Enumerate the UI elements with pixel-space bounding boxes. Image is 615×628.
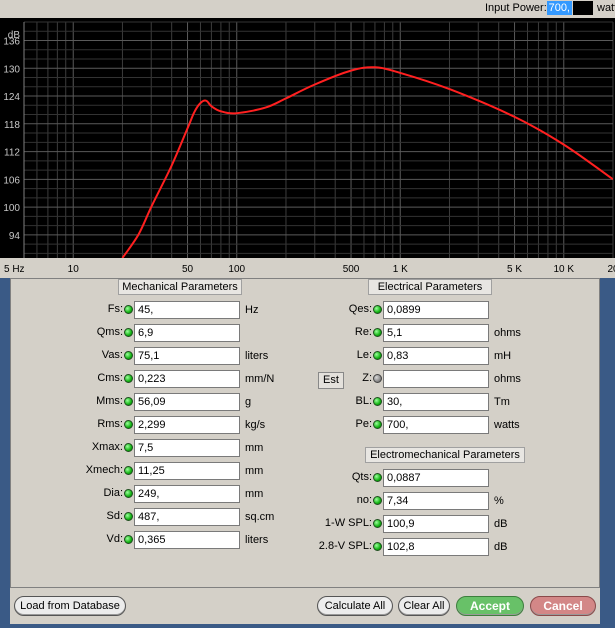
elec-param-value-field[interactable]: 5,1	[383, 324, 489, 342]
mech-param-lock-indicator[interactable]	[124, 443, 133, 452]
mech-param-unit: mm	[245, 442, 264, 454]
mechanical-header: Mechanical Parameters	[118, 279, 242, 295]
em-param-label-text: 2.8-V SPL:	[318, 540, 372, 552]
em-param-value-field[interactable]: 0,0887	[383, 469, 489, 487]
elec-param-value-field[interactable]: 30,	[383, 393, 489, 411]
electrical-header: Electrical Parameters	[368, 279, 492, 295]
elec-param-value-field[interactable]: 700,	[383, 416, 489, 434]
em-param-label-text: no:	[356, 494, 372, 506]
em-param-lock-indicator[interactable]	[373, 473, 382, 482]
y-tick-label: 100	[3, 203, 20, 214]
x-axis-band	[0, 258, 615, 278]
elec-param-unit: mH	[494, 350, 512, 362]
elec-param-unit: ohms	[494, 373, 521, 385]
mech-param-value-field[interactable]: 7,5	[134, 439, 240, 457]
elec-param-label-text: BL:	[355, 395, 372, 407]
em-param-label: Qts:	[11, 468, 372, 486]
input-power-unit: watts	[597, 2, 615, 14]
mech-param-label: Xmax:	[11, 438, 123, 456]
elec-param-label: BL:	[11, 392, 372, 410]
spl-chart: 94 100 106 112 118 124 130 136 dB 5 Hz 10 50 100 500 1…	[0, 18, 615, 278]
y-tick-label: 130	[3, 64, 20, 75]
elec-param-lock-indicator[interactable]	[373, 420, 382, 429]
input-power-spin[interactable]	[573, 1, 593, 15]
clear-all-button[interactable]: Clear All	[398, 596, 450, 616]
elec-param-label-text: Pe:	[355, 418, 372, 430]
spl-chart-svg: 94100106112118124130136dB5 Hz 10 50 100 500 1…	[0, 21, 615, 278]
elec-param-value-field[interactable]: 0,83	[383, 347, 489, 365]
y-tick-label: 112	[4, 148, 20, 159]
elec-param-label: Le:	[11, 346, 372, 364]
em-param-value-field[interactable]: 102,8	[383, 538, 489, 556]
elec-param-label: Qes:	[11, 300, 372, 318]
accept-button[interactable]: Accept	[456, 596, 524, 616]
elec-param-label: Pe:	[11, 415, 372, 433]
elec-param-value-field[interactable]: 0,0899	[383, 301, 489, 319]
x-tick-label: 5 Hz	[4, 264, 25, 275]
x-tick-label: 1 K	[393, 264, 408, 275]
elec-param-label-text: Le:	[356, 349, 372, 361]
elec-param-value-field[interactable]	[383, 370, 489, 388]
x-tick-label: 50	[182, 264, 194, 275]
parameters-panel: Mechanical Parameters Fs: 45, Hz Qms: 6,9 Vas…	[10, 278, 600, 588]
x-tick-label: 20	[607, 264, 615, 275]
input-power-field[interactable]: 700,	[547, 1, 572, 15]
x-tick-label: 100	[228, 264, 245, 275]
elec-param-lock-indicator[interactable]	[373, 305, 382, 314]
em-param-unit: dB	[494, 541, 508, 553]
em-param-unit: dB	[494, 518, 508, 530]
elec-param-lock-indicator[interactable]	[373, 374, 382, 383]
em-param-value-field[interactable]: 100,9	[383, 515, 489, 533]
elec-param-lock-indicator[interactable]	[373, 328, 382, 337]
load-database-button[interactable]: Load from Database	[14, 596, 126, 616]
plot-area	[24, 22, 613, 258]
em-param-lock-indicator[interactable]	[373, 496, 382, 505]
cancel-button[interactable]: Cancel	[530, 596, 596, 616]
electromechanical-header: Electromechanical Parameters	[365, 447, 525, 463]
y-tick-label: 124	[3, 92, 20, 103]
elec-param-label: Re:	[11, 323, 372, 341]
est-button[interactable]: Est	[318, 372, 344, 389]
elec-param-label-text: Re:	[354, 326, 372, 338]
em-param-label-text: 1-W SPL:	[324, 517, 372, 529]
y-tick-label: 118	[4, 120, 20, 131]
calculate-all-button[interactable]: Calculate All	[317, 596, 393, 616]
em-param-label: no:	[11, 491, 372, 509]
y-tick-label: 106	[3, 175, 20, 186]
elec-param-label-text: Qes:	[348, 303, 372, 315]
input-power-label: Input Power:	[485, 2, 547, 14]
em-param-lock-indicator[interactable]	[373, 542, 382, 551]
elec-param-unit: watts	[494, 419, 520, 431]
top-bar: Input Power: 700, watts	[0, 0, 615, 18]
em-param-label-text: Qts:	[351, 471, 372, 483]
bottom-bar: Load from Database Calculate All Clear A…	[10, 588, 600, 624]
elec-param-label-text: Z:	[362, 372, 372, 384]
elec-param-unit: Tm	[494, 396, 510, 408]
mech-param-label-text: Xmax:	[91, 441, 123, 453]
x-tick-label: 10 K	[553, 264, 574, 275]
elec-param-unit: ohms	[494, 327, 521, 339]
y-axis-label: dB	[8, 30, 21, 41]
em-param-unit: %	[494, 495, 504, 507]
em-param-lock-indicator[interactable]	[373, 519, 382, 528]
em-param-label: 1-W SPL:	[11, 514, 372, 532]
elec-param-lock-indicator[interactable]	[373, 351, 382, 360]
em-param-value-field[interactable]: 7,34	[383, 492, 489, 510]
y-tick-label: 94	[9, 231, 21, 242]
x-tick-label: 5 K	[507, 264, 522, 275]
x-tick-label: 500	[343, 264, 360, 275]
x-tick-label: 10	[68, 264, 80, 275]
elec-param-lock-indicator[interactable]	[373, 397, 382, 406]
em-param-label: 2.8-V SPL:	[11, 537, 372, 555]
